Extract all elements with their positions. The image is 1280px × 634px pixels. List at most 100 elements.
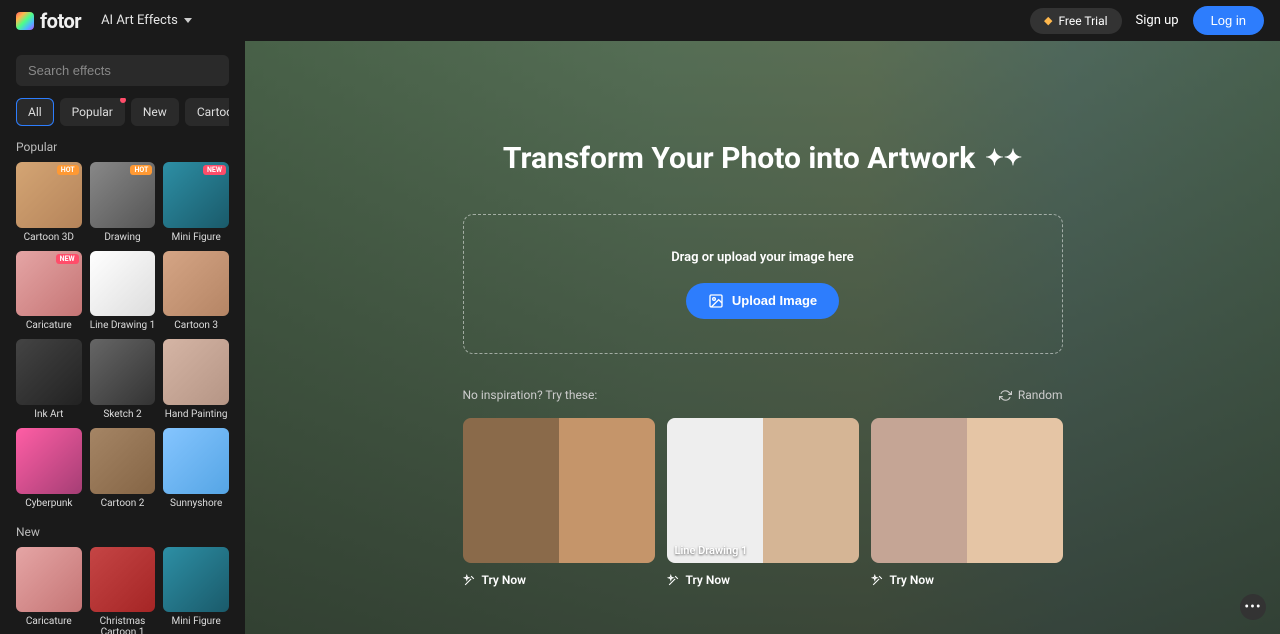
filter-row: AllPopularNewCartoonChristm› — [16, 98, 229, 126]
thumb-image — [90, 339, 156, 405]
effect-thumb — [163, 251, 229, 317]
badge-new: NEW — [56, 254, 79, 264]
effect-card[interactable]: Cartoon 3 — [163, 251, 229, 332]
sample-card: Try Now — [871, 418, 1063, 587]
effect-card[interactable]: Ink Art — [16, 339, 82, 420]
thumb-image — [90, 428, 156, 494]
filter-chip-cartoon[interactable]: Cartoon — [185, 98, 229, 126]
try-now-button[interactable]: Try Now — [667, 573, 859, 587]
effect-thumb: NEW — [16, 251, 82, 317]
log-in-button[interactable]: Log in — [1193, 6, 1264, 35]
try-now-button[interactable]: Try Now — [463, 573, 655, 587]
thumb-image — [163, 547, 229, 613]
effect-card[interactable]: Christmas Cartoon 1 — [90, 547, 156, 634]
dropzone[interactable]: Drag or upload your image here Upload Im… — [463, 214, 1063, 354]
nav-label: AI Art Effects — [101, 13, 178, 28]
wand-icon — [463, 574, 476, 587]
effect-label: Mini Figure — [163, 232, 229, 243]
effect-thumb: NEW — [163, 162, 229, 228]
search-input[interactable] — [16, 55, 229, 86]
effect-label: Cartoon 3D — [16, 232, 82, 243]
filter-chip-popular[interactable]: Popular — [60, 98, 125, 126]
thumb-image — [90, 251, 156, 317]
effect-card[interactable]: Caricature — [16, 547, 82, 634]
effect-card[interactable]: Sunnyshore — [163, 428, 229, 509]
effect-card[interactable]: Cartoon 2 — [90, 428, 156, 509]
effect-card[interactable]: Sketch 2 — [90, 339, 156, 420]
section-title: New — [16, 525, 229, 539]
effect-thumb — [90, 251, 156, 317]
effect-card[interactable]: NEW Mini Figure — [163, 162, 229, 243]
effect-grid: HOTCartoon 3DHOTDrawingNEWMini FigureNEW… — [16, 162, 229, 509]
content: AllPopularNewCartoonChristm› Popular HOT C… — [0, 41, 1280, 634]
main-panel: Transform Your Photo into Artwork ✦✦ Dra… — [245, 41, 1280, 634]
effect-thumb — [16, 547, 82, 613]
effect-card[interactable]: Line Drawing 1 — [90, 251, 156, 332]
effect-thumb — [163, 547, 229, 613]
free-trial-button[interactable]: ◆ Free Trial — [1030, 8, 1122, 34]
random-button[interactable]: Random — [999, 388, 1063, 402]
more-menu-button[interactable]: ••• — [1240, 594, 1266, 620]
try-now-label: Try Now — [686, 573, 730, 587]
effect-label: Cyberpunk — [16, 498, 82, 509]
effect-thumb — [90, 428, 156, 494]
filter-chip-all[interactable]: All — [16, 98, 54, 126]
try-now-label: Try Now — [890, 573, 934, 587]
refresh-icon — [999, 389, 1012, 402]
sample-image[interactable] — [463, 418, 655, 563]
sample-ph — [871, 418, 1063, 563]
effect-label: Sunnyshore — [163, 498, 229, 509]
effect-card[interactable]: HOTDrawing — [90, 162, 156, 243]
effect-thumb: HOT — [90, 162, 156, 228]
upload-image-button[interactable]: Upload Image — [686, 283, 839, 319]
effect-label: Line Drawing 1 — [90, 320, 156, 331]
more-icon: ••• — [1244, 599, 1261, 615]
effect-label: Sketch 2 — [90, 409, 156, 420]
effect-grid: CaricatureChristmas Cartoon 1Mini Figure — [16, 547, 229, 634]
effect-card[interactable]: Mini Figure — [163, 547, 229, 634]
try-now-button[interactable]: Try Now — [871, 573, 1063, 587]
effect-label: Cartoon 3 — [163, 320, 229, 331]
header-right: ◆ Free Trial Sign up Log in — [1030, 6, 1264, 35]
sample-image[interactable] — [871, 418, 1063, 563]
effect-thumb — [163, 428, 229, 494]
random-label: Random — [1018, 388, 1063, 402]
effect-label: Cartoon 2 — [90, 498, 156, 509]
hero-title: Transform Your Photo into Artwork ✦✦ — [503, 141, 1022, 176]
thumb-image — [163, 251, 229, 317]
upload-label: Upload Image — [732, 293, 817, 308]
logo[interactable]: fotor — [16, 9, 81, 33]
thumb-image — [16, 428, 82, 494]
effect-card[interactable]: NEWCaricature — [16, 251, 82, 332]
filter-chip-new[interactable]: New — [131, 98, 179, 126]
effect-card[interactable]: Hand Painting — [163, 339, 229, 420]
chevron-down-icon — [184, 18, 192, 23]
logo-text: fotor — [40, 9, 81, 33]
effect-card[interactable]: HOT Cartoon 3D — [16, 162, 82, 243]
image-upload-icon — [708, 293, 724, 309]
thumb-image — [163, 428, 229, 494]
sample-overlay-label: Line Drawing 1 — [675, 544, 748, 557]
sample-ph — [667, 418, 859, 563]
sample-card: Try Now — [463, 418, 655, 587]
wand-icon — [667, 574, 680, 587]
effect-thumb — [90, 339, 156, 405]
sign-up-link[interactable]: Sign up — [1136, 13, 1179, 28]
logo-icon — [16, 12, 34, 30]
thumb-image — [163, 339, 229, 405]
try-now-label: Try Now — [482, 573, 526, 587]
header: fotor AI Art Effects ◆ Free Trial Sign u… — [0, 0, 1280, 41]
effect-card[interactable]: Cyberpunk — [16, 428, 82, 509]
diamond-icon: ◆ — [1044, 14, 1052, 27]
effect-thumb — [16, 339, 82, 405]
effect-thumb — [90, 547, 156, 613]
effect-thumb: HOT — [16, 162, 82, 228]
effect-label: Ink Art — [16, 409, 82, 420]
thumb-image — [16, 339, 82, 405]
nav-ai-art-effects[interactable]: AI Art Effects — [101, 13, 192, 28]
wand-icon — [871, 574, 884, 587]
samples-grid: Try Now Line Drawing 1 Try Now Try Now — [463, 418, 1063, 587]
badge-hot: HOT — [57, 165, 79, 175]
sample-image[interactable]: Line Drawing 1 — [667, 418, 859, 563]
notification-dot — [120, 98, 126, 103]
